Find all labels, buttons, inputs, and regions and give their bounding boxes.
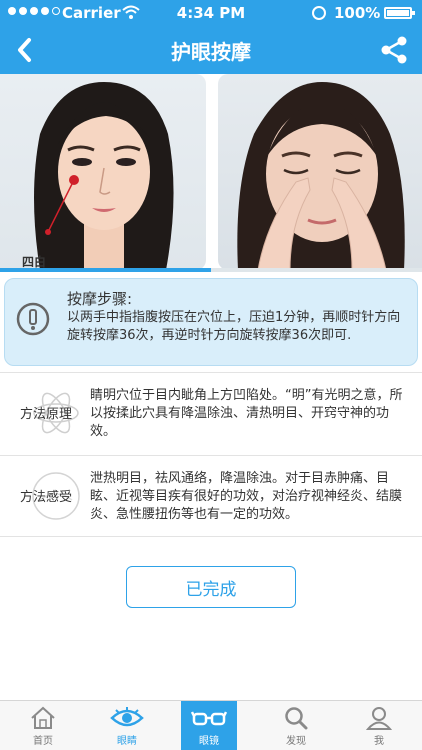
method-principle-row: 方法原理 睛明穴位于目内眦角上方凹陷处。“明”有光明之意，所以按揉此穴具有降温除…	[0, 372, 422, 453]
steps-text: 以两手中指指腹按压在穴位上，压迫1分钟，再顺时针方向旋转按摩36次，再逆时针方向…	[67, 310, 401, 343]
acupoint-face-illustration: 四白	[0, 74, 206, 270]
steps-title: 按摩步骤:	[67, 290, 133, 308]
method-principle-text: 睛明穴位于目内眦角上方凹陷处。“明”有光明之意，所以按揉此穴具有降温除浊、清热明…	[90, 388, 403, 439]
battery-icon	[384, 7, 415, 19]
location-icon	[312, 6, 326, 20]
method-feeling-row: 方法感受 泄热明目，祛风通络，降温除浊。对于目赤肿痛、目眩、近视等目疾有很好的功…	[0, 455, 422, 537]
illustration-progress-fill	[0, 268, 211, 272]
acupoint-label: 四白	[22, 254, 46, 269]
massage-demo-illustration	[218, 74, 422, 270]
share-icon[interactable]	[376, 32, 412, 68]
search-icon	[285, 707, 308, 730]
tab-me-label: 我	[374, 736, 384, 747]
status-bar: Carrier 4:34 PM 100%	[0, 0, 422, 26]
info-icon	[16, 302, 50, 336]
home-icon	[31, 706, 55, 729]
eye-icon	[110, 707, 144, 727]
massage-steps-card: 按摩步骤: 以两手中指指腹按压在穴位上，压迫1分钟，再顺时针方向旋转按摩36次，…	[4, 278, 418, 366]
nav-bar: 护眼按摩	[0, 26, 422, 74]
back-chevron-icon	[18, 38, 31, 62]
page-title: 护眼按摩	[171, 40, 251, 64]
tab-discover[interactable]: 发现	[272, 701, 320, 750]
tab-discover-label: 发现	[286, 736, 306, 747]
tab-bar: 首页 眼睛 眼镜 发现 我	[0, 700, 422, 750]
method-principle-label: 方法原理	[20, 407, 73, 422]
top-bar: Carrier 4:34 PM 100% 护眼按摩	[0, 0, 422, 74]
tab-me[interactable]: 我	[355, 701, 403, 750]
tab-home[interactable]: 首页	[19, 701, 67, 750]
person-icon	[366, 707, 392, 730]
illustration-progress	[0, 268, 422, 272]
back-button[interactable]	[4, 30, 44, 70]
glasses-icon	[191, 711, 227, 726]
tab-eyes[interactable]: 眼睛	[103, 701, 151, 750]
method-feeling-label: 方法感受	[20, 490, 73, 505]
tab-glasses[interactable]: 眼镜	[181, 701, 237, 750]
done-button[interactable]: 已完成	[126, 566, 296, 608]
method-feeling-text: 泄热明目，祛风通络，降温除浊。对于目赤肿痛、目眩、近视等目疾有很好的功效，对治疗…	[90, 471, 403, 522]
battery-percent: 100%	[334, 4, 381, 22]
tab-eyes-label: 眼睛	[117, 736, 137, 747]
illustration-area: 四白	[0, 74, 422, 270]
tab-home-label: 首页	[33, 736, 53, 747]
tab-glasses-label: 眼镜	[199, 736, 219, 747]
